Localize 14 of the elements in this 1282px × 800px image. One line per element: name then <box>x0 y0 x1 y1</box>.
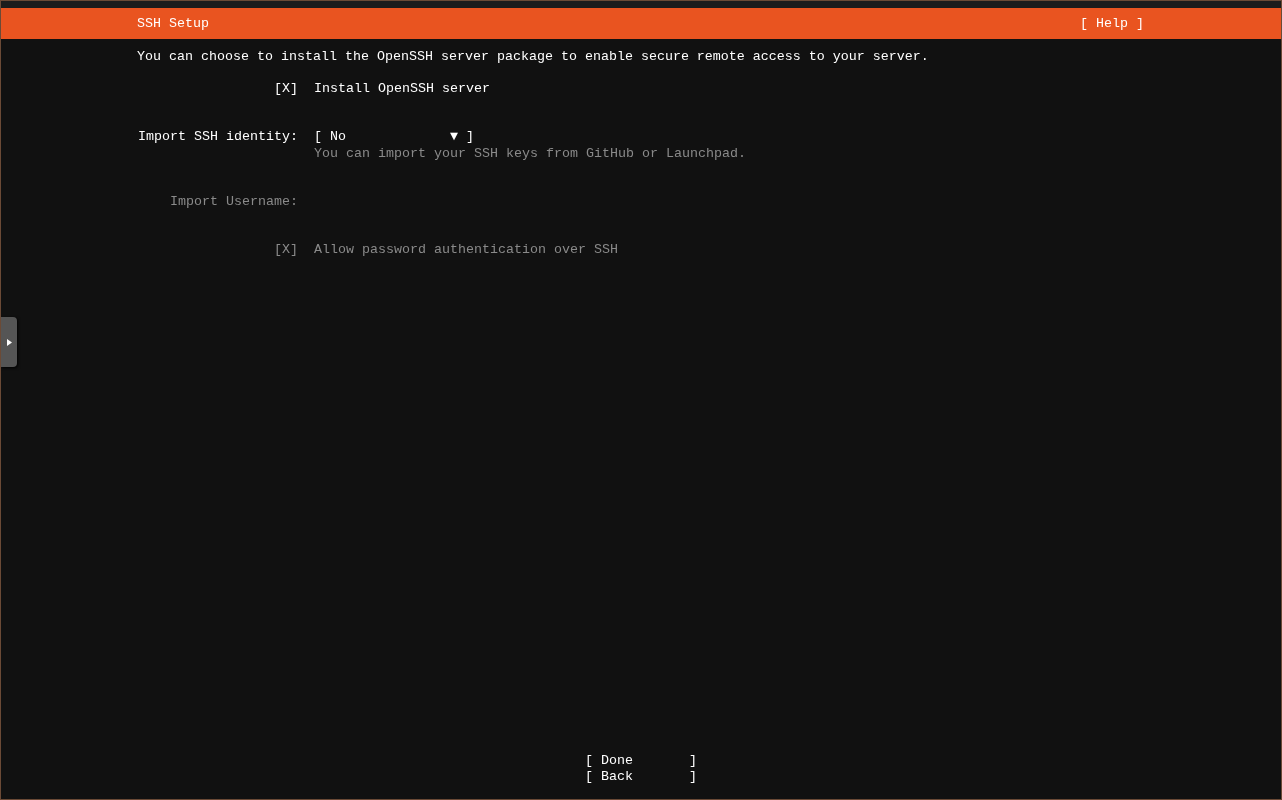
help-button[interactable]: [ Help ] <box>1080 16 1144 31</box>
triangle-right-icon <box>6 338 12 346</box>
checkbox-label: Install OpenSSH server <box>314 81 490 97</box>
intro-text: You can choose to install the OpenSSH server package to enable secure remote access to your server. <box>137 49 930 65</box>
menu-button[interactable]: [ Back ] <box>585 769 697 785</box>
screen-title: SSH Setup <box>137 16 209 31</box>
dropdown[interactable]: [ No ▼ ] <box>314 129 474 144</box>
checkbox[interactable]: [X] <box>274 81 298 97</box>
hint-text: You can import your SSH keys from GitHub or Launchpad. <box>314 146 746 162</box>
field-label: Import SSH identity: <box>137 129 299 145</box>
field-label: Import Username: <box>169 194 299 210</box>
checkbox-label: Allow password authentication over SSH <box>314 242 618 258</box>
side-panel-handle[interactable] <box>1 317 17 367</box>
menu-button[interactable]: [ Done ] <box>585 753 697 769</box>
